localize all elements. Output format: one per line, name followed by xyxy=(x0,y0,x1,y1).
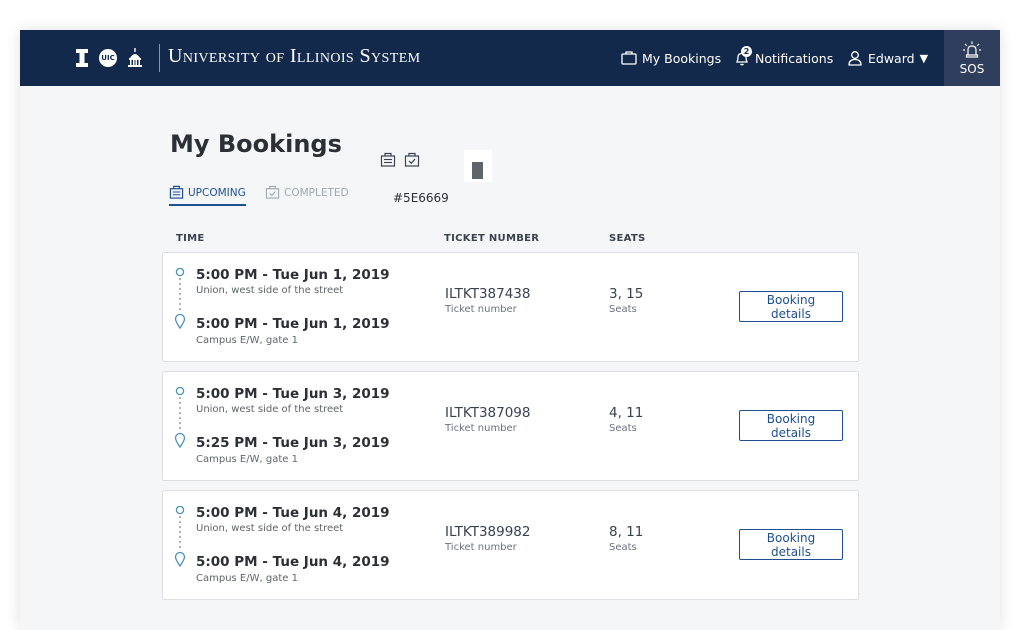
departure-place: Union, west side of the street xyxy=(196,523,344,534)
capitol-dome-icon xyxy=(127,48,143,68)
route-line-icon xyxy=(174,387,186,449)
ticket-check-icon xyxy=(404,152,420,171)
uic-logo: UIC xyxy=(99,49,117,67)
column-header-time: TIME xyxy=(176,233,205,244)
ticket-list-icon xyxy=(380,152,396,171)
ticket-number-label: Ticket number xyxy=(445,423,517,434)
arrival-place: Campus E/W, gate 1 xyxy=(196,573,298,584)
tab-upcoming[interactable]: UPCOMING xyxy=(169,183,246,206)
route-line-icon xyxy=(174,506,186,568)
departure-time: 5:00 PM - Tue Jun 4, 2019 xyxy=(196,505,390,521)
nav-notifications-label: Notifications xyxy=(755,50,834,66)
ticket-check-icon xyxy=(265,185,280,202)
booking-card: 5:00 PM - Tue Jun 3, 2019 Union, west si… xyxy=(162,371,859,481)
column-header-seats: SEATS xyxy=(609,233,646,244)
nav-my-bookings[interactable]: My Bookings xyxy=(620,48,721,68)
arrival-time: 5:00 PM - Tue Jun 1, 2019 xyxy=(196,316,390,332)
tab-upcoming-label: UPCOMING xyxy=(188,187,246,199)
ticket-number: ILTKT387438 xyxy=(445,286,531,302)
user-menu[interactable]: Edward ▼ xyxy=(846,48,928,68)
column-header-ticket: TICKET NUMBER xyxy=(444,233,540,244)
user-name: Edward xyxy=(868,50,915,66)
seats-label: Seats xyxy=(609,542,637,553)
booking-details-button[interactable]: Booking details xyxy=(739,291,843,322)
departure-place: Union, west side of the street xyxy=(196,404,344,415)
booking-details-button[interactable]: Booking details xyxy=(739,529,843,560)
booking-details-button[interactable]: Booking details xyxy=(739,410,843,441)
app-window: UIC University of Illinois System My Boo… xyxy=(20,30,1000,630)
tab-completed[interactable]: COMPLETED xyxy=(265,183,349,203)
ticket-list-icon xyxy=(169,185,184,202)
seats-label: Seats xyxy=(609,304,637,315)
booking-card: 5:00 PM - Tue Jun 1, 2019 Union, west si… xyxy=(162,252,859,362)
sos-button[interactable]: SOS xyxy=(944,30,1000,86)
color-swatch-bar xyxy=(472,162,483,179)
departure-place: Union, west side of the street xyxy=(196,285,344,296)
tab-completed-label: COMPLETED xyxy=(284,187,349,199)
briefcase-icon xyxy=(620,49,638,67)
route-line-icon xyxy=(174,268,186,330)
legend-icons xyxy=(380,152,420,171)
departure-time: 5:00 PM - Tue Jun 3, 2019 xyxy=(196,386,390,402)
siren-icon xyxy=(962,41,982,62)
bell-icon: 2 xyxy=(733,46,752,67)
booking-card: 5:00 PM - Tue Jun 4, 2019 Union, west si… xyxy=(162,490,859,600)
user-icon xyxy=(846,49,864,67)
arrival-place: Campus E/W, gate 1 xyxy=(196,454,298,465)
caret-down-icon: ▼ xyxy=(919,51,929,65)
arrival-time: 5:25 PM - Tue Jun 3, 2019 xyxy=(196,435,390,451)
ticket-number-label: Ticket number xyxy=(445,542,517,553)
notification-count-badge: 2 xyxy=(741,46,752,57)
brand-title[interactable]: University of Illinois System xyxy=(168,45,421,68)
sos-label: SOS xyxy=(959,61,985,76)
arrival-time: 5:00 PM - Tue Jun 4, 2019 xyxy=(196,554,390,570)
page-title: My Bookings xyxy=(170,130,342,158)
departure-time: 5:00 PM - Tue Jun 1, 2019 xyxy=(196,267,390,283)
seats-label: Seats xyxy=(609,423,637,434)
color-swatch xyxy=(464,150,492,182)
block-i-icon xyxy=(75,48,89,68)
arrival-place: Campus E/W, gate 1 xyxy=(196,335,298,346)
seats-value: 8, 11 xyxy=(609,524,644,540)
nav-notifications[interactable]: 2 Notifications xyxy=(733,46,834,68)
seats-value: 3, 15 xyxy=(609,286,644,302)
ticket-number-label: Ticket number xyxy=(445,304,517,315)
color-hex-label: #5E6669 xyxy=(393,191,449,205)
logo-divider xyxy=(159,44,160,72)
seats-value: 4, 11 xyxy=(609,405,644,421)
logo-group[interactable]: UIC xyxy=(75,44,160,72)
nav-my-bookings-label: My Bookings xyxy=(642,50,722,66)
top-navigation-bar: UIC University of Illinois System My Boo… xyxy=(20,30,1000,86)
ticket-number: ILTKT387098 xyxy=(445,405,531,421)
ticket-number: ILTKT389982 xyxy=(445,524,531,540)
